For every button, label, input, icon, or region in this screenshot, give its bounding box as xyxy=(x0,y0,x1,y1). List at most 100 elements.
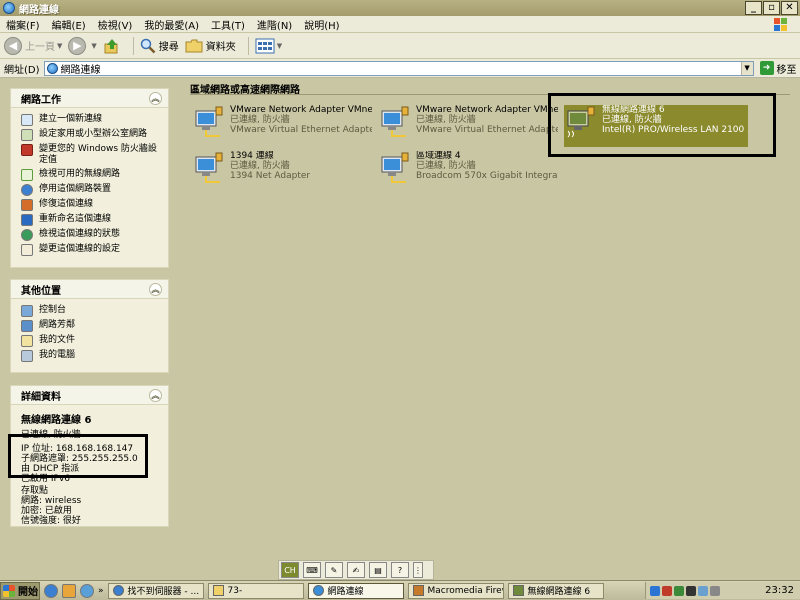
place-my-computer[interactable]: 我的電腦 xyxy=(21,350,160,362)
forward-button[interactable]: ▶ ▼ xyxy=(68,36,97,55)
network-connections-icon xyxy=(3,2,15,14)
menu-tools[interactable]: 工具(T) xyxy=(211,17,245,32)
place-control-panel[interactable]: 控制台 xyxy=(21,305,160,317)
tray-icon[interactable] xyxy=(686,585,696,596)
tray-icon[interactable] xyxy=(710,585,720,596)
pen-icon[interactable]: ✎ xyxy=(325,562,343,578)
menu-help[interactable]: 說明(H) xyxy=(304,17,339,32)
other-places-header[interactable]: 其他位置 ︽ xyxy=(11,280,168,299)
collapse-icon[interactable]: ︽ xyxy=(149,283,162,296)
address-input[interactable]: 網路連線 ▼ xyxy=(43,60,754,76)
options-icon[interactable]: ▤ xyxy=(369,562,387,578)
title-bar: 網路連線 _ ▫ ✕ xyxy=(0,0,800,16)
connection-device: VMware Virtual Ethernet Adapter f... xyxy=(416,125,558,135)
connection-name: VMware Network Adapter VMnet8 xyxy=(416,105,558,115)
network-tasks-panel: 網路工作 ︽ 建立一個新連線 設定家用或小型辦公室網路 變更您的 Windows… xyxy=(10,88,169,268)
collapse-icon[interactable]: ︽ xyxy=(149,92,162,105)
address-dropdown-button[interactable]: ▼ xyxy=(740,61,753,75)
connection-local-area-4[interactable]: 區域連線 4 已連線, 防火牆 Broadcom 570x Gigabit In… xyxy=(378,151,558,193)
ime-indicator[interactable]: CH xyxy=(281,562,299,578)
menu-favorites[interactable]: 我的最愛(A) xyxy=(144,17,199,32)
connection-name: VMware Network Adapter VMnet1 xyxy=(230,105,372,115)
ie-icon[interactable] xyxy=(44,583,58,598)
task-view-status[interactable]: 檢視這個連線的狀態 xyxy=(21,229,160,241)
my-documents-icon xyxy=(21,335,33,347)
window-controls: _ ▫ ✕ xyxy=(745,1,798,15)
back-button[interactable]: ◀ 上一頁 ▼ xyxy=(4,36,63,55)
collapse-icon[interactable]: ︽ xyxy=(149,389,162,402)
task-home-network-setup[interactable]: 設定家用或小型辦公室網路 xyxy=(21,129,160,141)
folders-button[interactable]: 資料夾 xyxy=(185,38,236,54)
connection-name: 區域連線 4 xyxy=(416,151,461,161)
menu-view[interactable]: 檢視(V) xyxy=(98,17,133,32)
network-adapter-icon xyxy=(381,152,409,183)
start-button[interactable]: 開始 xyxy=(0,581,40,600)
tray-icon[interactable] xyxy=(674,585,684,596)
quicklaunch-more-icon[interactable]: » xyxy=(98,586,104,596)
connection-vmnet1[interactable]: VMware Network Adapter VMnet1 已連線, 防火牆 V… xyxy=(192,105,372,147)
close-button[interactable]: ✕ xyxy=(781,1,798,15)
toolbar-separator xyxy=(247,36,249,55)
quicklaunch-icon[interactable] xyxy=(62,583,76,598)
views-button[interactable]: ▼ xyxy=(255,38,282,54)
window-title: 網路連線 xyxy=(19,4,59,16)
task-change-settings[interactable]: 變更這個連線的設定 xyxy=(21,244,160,256)
address-value: 網路連線 xyxy=(60,64,101,76)
restore-button[interactable]: ▫ xyxy=(763,1,780,15)
go-button[interactable]: ➜ 移至 xyxy=(759,61,797,76)
repair-icon xyxy=(21,199,33,211)
connection-status: 已連線, 防火牆 xyxy=(416,115,476,125)
fireworks-icon xyxy=(412,585,424,596)
ie-icon xyxy=(112,585,124,596)
menu-edit[interactable]: 編輯(E) xyxy=(52,17,86,32)
handwriting-icon[interactable]: ✍ xyxy=(347,562,365,578)
task-view-wireless[interactable]: 檢視可用的無線網路 xyxy=(21,169,160,181)
quicklaunch-icon[interactable] xyxy=(80,583,94,598)
connection-device: 1394 Net Adapter xyxy=(230,171,311,181)
taskbar-item-fireworks[interactable]: Macromedia Firew... xyxy=(407,582,504,599)
connections-view: 區域網路或高速網際網路 VMware Network Adapter VMnet… xyxy=(178,79,800,560)
up-folder-icon xyxy=(104,38,118,53)
folder-icon xyxy=(212,585,224,596)
menu-file[interactable]: 檔案(F) xyxy=(6,17,40,32)
up-folder-button[interactable] xyxy=(103,37,121,55)
taskbar-item-browser[interactable]: 找不到伺服器 - ... xyxy=(107,582,204,599)
control-panel-icon xyxy=(21,305,33,317)
tray-icon[interactable] xyxy=(698,585,708,596)
connection-device: VMware Virtual Ethernet Adapter f... xyxy=(230,125,372,135)
chevron-down-icon: ▼ xyxy=(57,41,63,50)
connection-1394[interactable]: 1394 連線 已連線, 防火牆 1394 Net Adapter xyxy=(192,151,372,193)
new-connection-icon xyxy=(21,114,33,126)
network-tasks-header[interactable]: 網路工作 ︽ xyxy=(11,89,168,108)
task-repair-connection[interactable]: 修復這個連線 xyxy=(21,199,160,211)
taskbar-item-network-connections[interactable]: 網路連線 xyxy=(307,582,404,599)
taskbar-item-folder[interactable]: 73- xyxy=(207,582,304,599)
place-my-documents[interactable]: 我的文件 xyxy=(21,335,160,347)
clock: 23:32 xyxy=(765,585,794,596)
search-button[interactable]: 搜尋 xyxy=(140,38,179,54)
other-places-panel: 其他位置 ︽ 控制台 網路芳鄰 我的文件 我的電腦 xyxy=(10,279,169,373)
network-connections-icon xyxy=(312,585,324,596)
task-rename-connection[interactable]: 重新命名這個連線 xyxy=(21,214,160,226)
menu-advanced[interactable]: 進階(N) xyxy=(257,17,292,32)
task-create-connection[interactable]: 建立一個新連線 xyxy=(21,114,160,126)
task-firewall-settings[interactable]: 變更您的 Windows 防火牆設定值 xyxy=(21,144,160,166)
help-icon[interactable]: ? xyxy=(391,562,409,578)
back-arrow-icon: ◀ xyxy=(4,36,22,55)
status-icon xyxy=(21,229,33,241)
place-network-places[interactable]: 網路芳鄰 xyxy=(21,320,160,332)
minimize-button[interactable]: _ xyxy=(745,1,762,15)
home-network-icon xyxy=(21,129,33,141)
keyboard-icon[interactable]: ⌨ xyxy=(303,562,321,578)
details-header[interactable]: 詳細資料 ︽ xyxy=(11,386,168,405)
task-disable-device[interactable]: 停用這個網路裝置 xyxy=(21,184,160,196)
network-tasks-list: 建立一個新連線 設定家用或小型辦公室網路 變更您的 Windows 防火牆設定值… xyxy=(11,108,168,265)
connection-status: 已連線, 防火牆 xyxy=(416,161,476,171)
taskbar-item-wireless[interactable]: 無線網路連線 6 xyxy=(507,582,604,599)
connection-vmnet8[interactable]: VMware Network Adapter VMnet8 已連線, 防火牆 V… xyxy=(378,105,558,147)
tray-icon[interactable] xyxy=(650,585,660,596)
wireless-icon xyxy=(512,585,524,596)
tray-icon[interactable] xyxy=(662,585,672,596)
langbar-menu-icon[interactable]: ⋮ xyxy=(413,562,423,578)
view-grid-icon xyxy=(255,38,275,53)
